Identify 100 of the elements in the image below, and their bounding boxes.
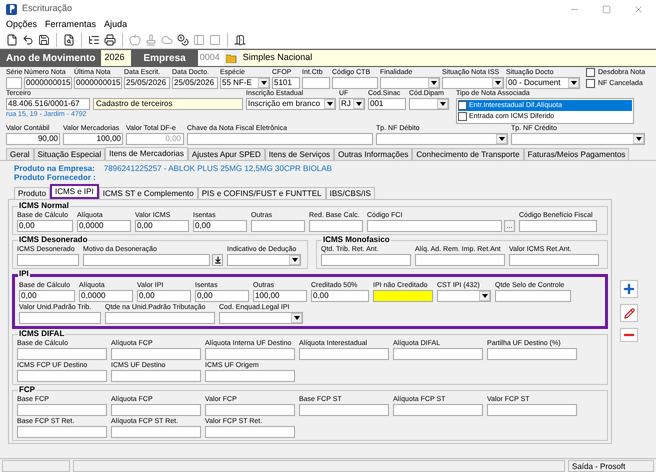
dropdown-button[interactable]: [492, 78, 503, 88]
input-field[interactable]: [6, 77, 22, 89]
input-field[interactable]: [205, 404, 295, 416]
input-field[interactable]: [509, 254, 599, 266]
input-field[interactable]: [17, 254, 79, 266]
checkbox[interactable]: [586, 79, 595, 88]
input-field[interactable]: [111, 426, 201, 438]
input-field[interactable]: [321, 254, 411, 266]
input-field[interactable]: [251, 220, 305, 232]
input-field[interactable]: [105, 312, 215, 324]
input-field[interactable]: [19, 312, 101, 324]
input-field[interactable]: [299, 348, 389, 360]
dropdown-button[interactable]: [428, 78, 439, 88]
input-field[interactable]: [17, 404, 107, 416]
input-field[interactable]: [487, 348, 577, 360]
dropdown-field[interactable]: [380, 77, 440, 89]
checkbox[interactable]: [458, 101, 467, 110]
input-field[interactable]: [205, 370, 295, 382]
input-field[interactable]: [393, 348, 483, 360]
input-field[interactable]: [205, 426, 295, 438]
printer-icon[interactable]: [104, 34, 116, 46]
dropdown-field[interactable]: [437, 290, 491, 302]
dropdown-field[interactable]: 55 NF-E: [220, 77, 270, 89]
company-code-field[interactable]: 0004: [198, 50, 224, 66]
input-field[interactable]: [17, 426, 107, 438]
folder-button[interactable]: [224, 50, 240, 66]
add-button[interactable]: [620, 280, 638, 298]
input-field[interactable]: [205, 348, 295, 360]
tab[interactable]: Geral: [6, 148, 34, 160]
menu-item[interactable]: Ajuda: [104, 19, 128, 30]
input-field[interactable]: [187, 133, 373, 145]
input-field[interactable]: 0,00: [311, 290, 369, 302]
input-field[interactable]: [367, 220, 502, 232]
input-field[interactable]: [111, 370, 201, 382]
tree-icon[interactable]: [88, 34, 100, 46]
input-field[interactable]: 0,00: [195, 290, 249, 302]
company-name-field[interactable]: Simples Nacional: [240, 50, 656, 66]
input-field[interactable]: 5101: [272, 77, 300, 89]
dropdown-field[interactable]: [442, 77, 504, 89]
input-field[interactable]: [495, 290, 571, 302]
input-field[interactable]: 0,0000: [77, 220, 131, 232]
input-field[interactable]: 0,00: [193, 220, 247, 232]
dropdown-button[interactable]: [258, 78, 269, 88]
input-field[interactable]: [111, 404, 201, 416]
close-icon[interactable]: [633, 4, 644, 14]
input-field[interactable]: [299, 404, 389, 416]
dropdown-button[interactable]: [289, 255, 300, 265]
tab[interactable]: Produto: [14, 187, 50, 199]
dropdown-field[interactable]: [219, 312, 303, 324]
input-field[interactable]: 001: [368, 98, 406, 110]
tab[interactable]: Ajustes Apur SPED: [188, 148, 265, 160]
input-field[interactable]: 0000000015: [74, 77, 122, 89]
input-field[interactable]: Cadastro de terceiros: [93, 98, 243, 110]
input-field[interactable]: [487, 404, 577, 416]
dropdown-button[interactable]: [437, 99, 448, 109]
year-field[interactable]: 2026: [101, 50, 132, 66]
input-field[interactable]: 90,00: [6, 133, 60, 145]
input-field[interactable]: 0,00: [19, 290, 75, 302]
tab[interactable]: Conhecimento de Transporte: [412, 148, 524, 160]
input-field[interactable]: [332, 77, 378, 89]
input-field[interactable]: 48.406.516/0001-67: [6, 98, 90, 110]
input-field[interactable]: 100,00: [63, 133, 123, 145]
input-field[interactable]: 25/05/2026: [172, 77, 218, 89]
dropdown-button[interactable]: [291, 313, 302, 323]
input-field[interactable]: 0,0000: [79, 290, 133, 302]
input-field[interactable]: 0,00: [137, 290, 191, 302]
dropdown-button[interactable]: [353, 99, 364, 109]
checkbox[interactable]: [458, 112, 467, 121]
tab[interactable]: Outras Informações: [334, 148, 412, 160]
dropdown-field[interactable]: [227, 254, 301, 266]
new-document-icon[interactable]: [6, 34, 18, 46]
tab[interactable]: ICMS ST e Complemento: [98, 187, 198, 199]
dropdown-field[interactable]: [409, 98, 449, 110]
checkbox[interactable]: [586, 68, 595, 77]
dropdown-field[interactable]: RJ: [339, 98, 365, 110]
input-field[interactable]: [17, 348, 107, 360]
undo-icon[interactable]: [22, 34, 34, 46]
input-field[interactable]: [373, 290, 433, 302]
dropdown-field[interactable]: [376, 133, 508, 145]
input-field[interactable]: [393, 404, 483, 416]
input-field[interactable]: [83, 254, 210, 266]
input-field[interactable]: [302, 77, 330, 89]
dropdown-field[interactable]: 00 - Document: [506, 77, 580, 89]
save-icon[interactable]: [38, 34, 50, 46]
menu-item[interactable]: Opções: [6, 19, 38, 30]
dropdown-button[interactable]: [324, 99, 335, 109]
tab[interactable]: ICMS e IPI: [50, 184, 99, 199]
coins-icon[interactable]: [177, 34, 189, 46]
input-field[interactable]: 0,00: [17, 220, 73, 232]
dropdown-field[interactable]: [511, 133, 645, 145]
remove-button[interactable]: [620, 328, 638, 342]
dropdown-button[interactable]: [568, 78, 579, 88]
dropdown-button[interactable]: [479, 291, 490, 301]
input-field[interactable]: 100,00: [253, 290, 307, 302]
input-field[interactable]: 0000000015: [24, 77, 72, 89]
tab[interactable]: Itens de Serviços: [264, 148, 334, 160]
tab[interactable]: Situação Especial: [34, 148, 106, 160]
maximize-icon[interactable]: [602, 4, 611, 14]
dropdown-field[interactable]: Inscrição em branco: [246, 98, 336, 110]
input-field[interactable]: [17, 370, 107, 382]
